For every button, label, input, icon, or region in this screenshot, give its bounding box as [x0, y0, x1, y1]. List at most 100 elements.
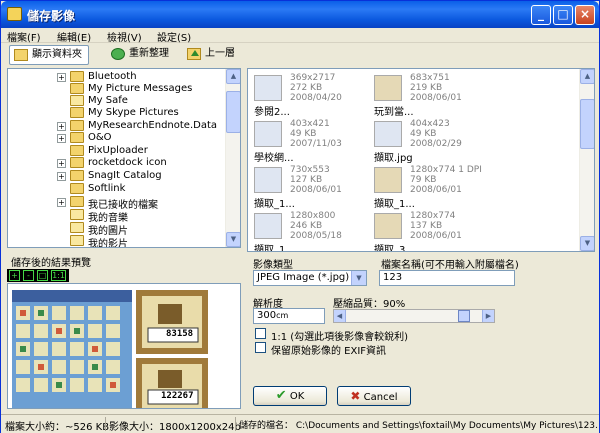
folder-icon	[70, 132, 84, 143]
folder-icon	[70, 120, 84, 131]
thumbnail-item[interactable]: 1280x774 1 DPI 79 KB 2008/06/01 擷取_1...	[372, 165, 492, 210]
refresh-button[interactable]: 重新整理	[107, 45, 175, 65]
fit-window-button[interactable]: □	[37, 270, 48, 281]
folder-icon	[70, 107, 84, 118]
maximize-button[interactable]: □	[553, 5, 573, 25]
thumbnail-image	[374, 167, 402, 193]
tree-item-my-music[interactable]: 我的音樂	[8, 209, 228, 224]
thumbnail-image	[254, 167, 282, 193]
title-bar[interactable]: 儲存影像 _ □ ×	[1, 1, 599, 28]
expand-icon[interactable]: +	[57, 134, 66, 143]
thumbnail-item[interactable]: 1280x774 137 KB 2008/06/01 擷取_3...	[372, 211, 492, 251]
show-folder-button[interactable]: 顯示資料夾	[9, 45, 89, 65]
scroll-up-arrow-icon[interactable]: ▲	[226, 69, 240, 84]
sharpen-checkbox[interactable]	[255, 328, 266, 339]
window-title: 儲存影像	[27, 9, 76, 23]
sharpen-label: 1:1 (勾選此項後影像會較銳利)	[271, 332, 409, 343]
menu-settings[interactable]: 設定(S)	[157, 29, 191, 44]
tree-item-skype-pictures[interactable]: My Skype Pictures	[8, 107, 228, 119]
actual-size-button[interactable]: 1:1	[51, 270, 66, 281]
keep-exif-label: 保留原始影像的 EXIF資訊	[271, 346, 387, 357]
slider-left-arrow-icon[interactable]: ◀	[334, 310, 346, 322]
folder-icon	[70, 71, 84, 82]
tree-item-pixuploader[interactable]: PixUploader	[8, 145, 228, 157]
tree-item-my-pictures[interactable]: 我的圖片	[8, 222, 228, 237]
menu-edit[interactable]: 編輯(E)	[57, 29, 91, 44]
minimize-button[interactable]: _	[531, 5, 551, 25]
app-icon	[7, 7, 22, 21]
status-file-size: 檔案大小約：~526 KB	[5, 422, 110, 433]
tree-item-picture-messages[interactable]: My Picture Messages	[8, 83, 228, 95]
thumbnail-image	[374, 213, 402, 239]
quality-slider[interactable]: ◀ ▶	[333, 309, 495, 323]
menu-file[interactable]: 檔案(F)	[7, 29, 41, 44]
up-folder-icon	[187, 48, 201, 60]
scroll-down-arrow-icon[interactable]: ▼	[226, 232, 240, 247]
preview-score-bottom: 122267	[161, 391, 194, 401]
preview-game-image	[8, 284, 240, 408]
ok-button[interactable]: ✔ OK	[253, 386, 327, 406]
preview-label: 儲存後的結果預覽	[11, 258, 91, 269]
thumbnail-image	[254, 121, 282, 147]
music-folder-icon	[70, 209, 84, 220]
thumbnail-item[interactable]: 369x2717 272 KB 2008/04/20 參閱2...	[252, 73, 372, 118]
folder-icon	[14, 49, 28, 61]
tree-item-endnote-data[interactable]: + MyResearchEndnote.Data	[8, 120, 228, 132]
cancel-x-icon: ✖	[350, 389, 361, 403]
zoom-in-button[interactable]: +	[9, 270, 20, 281]
tree-item-rocketdock[interactable]: + rocketdock icon	[8, 157, 228, 169]
expand-icon[interactable]: +	[57, 198, 66, 207]
slider-handle[interactable]	[457, 310, 470, 322]
thumbnail-item[interactable]: 403x421 49 KB 2007/11/03 學校網...	[252, 119, 372, 164]
thumbnail-list[interactable]: 369x2717 272 KB 2008/04/20 參閱2... 683x751 2…	[247, 68, 595, 252]
tree-item-received-files[interactable]: + 我已接收的檔案	[8, 196, 228, 211]
slider-right-arrow-icon[interactable]: ▶	[482, 310, 494, 322]
expand-icon[interactable]: +	[57, 159, 66, 168]
tree-item-my-videos[interactable]: 我的影片	[8, 235, 228, 247]
expand-icon[interactable]: +	[57, 122, 66, 131]
folder-icon	[70, 145, 84, 156]
thumbnail-item[interactable]: 1280x800 246 KB 2008/05/18 擷取_1...	[252, 211, 372, 251]
thumbnail-scrollbar[interactable]: ▲ ▼	[579, 69, 594, 251]
checkmark-icon: ✔	[275, 388, 287, 403]
thumbnail-image	[254, 213, 282, 239]
refresh-icon	[111, 48, 125, 60]
save-image-window: 儲存影像 _ □ × 檔案(F) 編輯(E) 檢視(V) 設定(S) 顯示資料夾…	[0, 0, 600, 433]
keep-exif-checkbox[interactable]	[255, 342, 266, 353]
filename-input[interactable]: 123	[379, 270, 515, 286]
folder-icon	[70, 196, 84, 207]
close-button[interactable]: ×	[575, 5, 595, 25]
scroll-thumb[interactable]	[226, 91, 240, 133]
filename-label: 檔案名稱(可不用輸入附屬檔名)	[381, 260, 519, 271]
scroll-down-arrow-icon[interactable]: ▼	[580, 236, 594, 251]
chevron-down-icon[interactable]: ▼	[351, 271, 366, 285]
resolution-input[interactable]: 300cm	[253, 308, 325, 324]
zoom-out-button[interactable]: -	[23, 270, 34, 281]
preview-score-top: 83158	[166, 329, 194, 339]
up-level-button[interactable]: 上一層	[183, 45, 241, 65]
tree-item-my-safe[interactable]: My Safe	[8, 95, 228, 107]
menu-view[interactable]: 檢視(V)	[107, 29, 142, 44]
tree-item-softlink[interactable]: Softlink	[8, 183, 228, 195]
tree-item-snagit[interactable]: + SnagIt Catalog	[8, 170, 228, 182]
tree-scrollbar[interactable]: ▲ ▼	[225, 69, 240, 247]
tree-item-oo[interactable]: + O&O	[8, 132, 228, 144]
status-save-path: 儲存的檔名： C:\Documents and Settings\foxtail…	[239, 421, 597, 431]
image-type-select[interactable]: JPEG Image (*.jpg) ▼	[253, 270, 367, 286]
thumbnail-item[interactable]: 404x423 49 KB 2008/02/29 擷取.jpg	[372, 119, 492, 164]
preview-image: 83158 122267	[7, 283, 241, 409]
thumbnail-image	[374, 75, 402, 101]
folder-icon	[70, 170, 84, 181]
folder-tree[interactable]: + Bluetooth My Picture Messages My Safe M…	[7, 68, 241, 248]
scroll-thumb[interactable]	[580, 99, 594, 149]
expand-icon[interactable]: +	[57, 73, 66, 82]
cancel-button[interactable]: ✖ Cancel	[337, 386, 411, 406]
tree-item-bluetooth[interactable]: + Bluetooth	[8, 71, 228, 83]
thumbnail-item[interactable]: 730x553 127 KB 2008/06/01 擷取_1...	[252, 165, 372, 210]
safe-folder-icon	[70, 95, 84, 106]
scroll-up-arrow-icon[interactable]: ▲	[580, 69, 594, 84]
videos-folder-icon	[70, 235, 84, 246]
expand-icon[interactable]: +	[57, 172, 66, 181]
status-bar: 檔案大小約：~526 KB 影像大小：1800x1200x24b 儲存的檔名： …	[1, 414, 599, 433]
thumbnail-item[interactable]: 683x751 219 KB 2008/06/01 玩到當...	[372, 73, 492, 118]
